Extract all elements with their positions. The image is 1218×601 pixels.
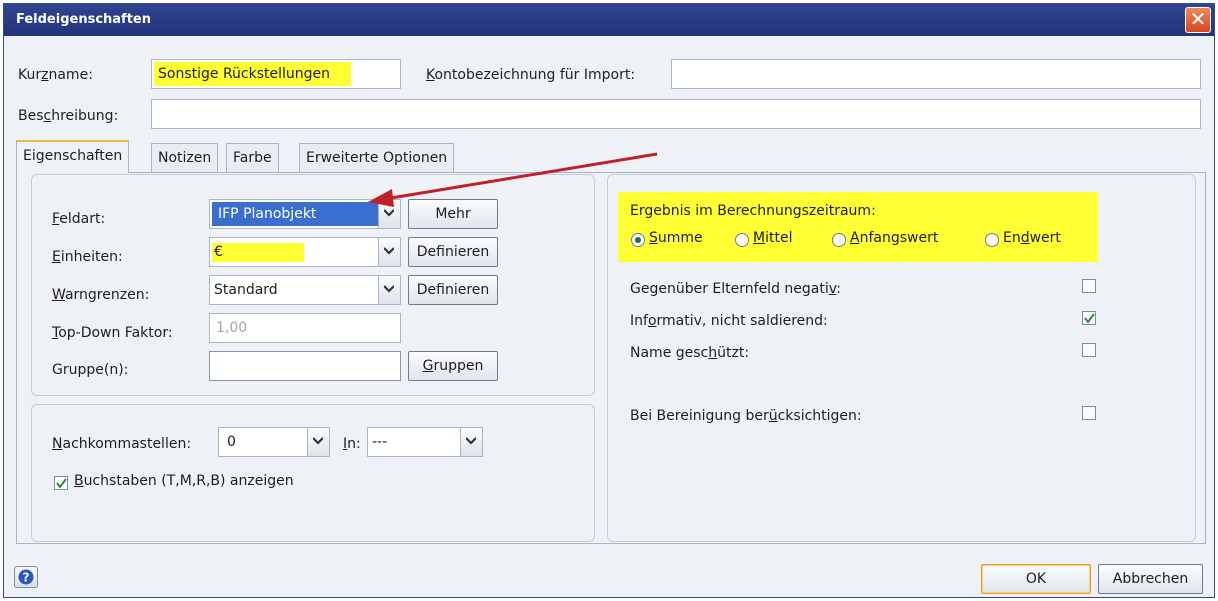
definieren-label: Definieren — [416, 244, 490, 260]
in-label: In: — [343, 436, 361, 452]
einheiten-select[interactable]: € — [209, 237, 401, 267]
radio-endwert[interactable] — [985, 233, 999, 247]
ok-label: OK — [1025, 571, 1047, 587]
radio-summe[interactable] — [631, 233, 645, 247]
beschreibung-input[interactable] — [151, 99, 1201, 129]
warngrenzen-dropdown[interactable] — [378, 276, 400, 304]
tab-label: Erweiterte Optionen — [306, 150, 448, 166]
radio-anfangswert[interactable] — [832, 233, 846, 247]
einheiten-highlight — [212, 243, 304, 262]
nachkomma-dropdown[interactable] — [307, 428, 329, 456]
nachkomma-label: Nachkommastellen: — [52, 436, 192, 452]
konto-input[interactable] — [671, 59, 1201, 89]
tab-label: Farbe — [233, 150, 272, 166]
cancel-label: Abbrechen — [1112, 571, 1189, 587]
negativ-checkbox[interactable] — [1082, 279, 1096, 293]
geschuetzt-checkbox[interactable] — [1082, 343, 1096, 357]
tab-farbe[interactable]: Farbe — [226, 143, 279, 173]
summe-label: Summe — [649, 230, 703, 246]
gruppe-label: Gruppe(n): — [52, 362, 129, 378]
warngrenzen-definieren-button[interactable]: Definieren — [408, 275, 498, 305]
chevron-down-icon — [384, 247, 394, 255]
kurzname-label: Kurzname: — [18, 67, 93, 83]
buchstaben-checkbox[interactable] — [54, 476, 68, 490]
tab-label: Eigenschaften — [23, 148, 123, 164]
tab-label: Notizen — [158, 150, 212, 166]
gruppen-label: Gruppen — [422, 358, 484, 374]
informativ-label: Informativ, nicht saldierend: — [630, 313, 828, 329]
feldart-select[interactable]: IFP Planobjekt — [209, 199, 401, 229]
radio-mittel[interactable] — [735, 233, 749, 247]
einheiten-value: € — [214, 244, 223, 260]
bereinigung-checkbox[interactable] — [1082, 406, 1096, 420]
mehr-button[interactable]: Mehr — [408, 199, 498, 229]
checkmark-icon — [56, 478, 67, 489]
definieren-label: Definieren — [416, 282, 490, 298]
tab-eigenschaften[interactable]: Eigenschaften — [16, 140, 130, 173]
gruppen-button[interactable]: Gruppen — [408, 351, 498, 381]
ok-button[interactable]: OK — [981, 564, 1091, 594]
in-dropdown[interactable] — [460, 428, 482, 456]
geschuetzt-label: Name geschützt: — [630, 345, 750, 361]
tab-erweiterte-optionen[interactable]: Erweiterte Optionen — [299, 143, 455, 173]
chevron-down-icon — [466, 437, 476, 445]
close-icon: ✕ — [1189, 7, 1207, 31]
window-title: Feldeigenschaften — [16, 12, 151, 27]
endwert-label: Endwert — [1003, 230, 1061, 246]
mittel-label: Mittel — [753, 230, 793, 246]
feldart-label: Feldart: — [52, 211, 106, 227]
in-select[interactable]: --- — [367, 427, 483, 457]
feldart-value: IFP Planobjekt — [218, 206, 317, 222]
beschreibung-label: Beschreibung: — [18, 108, 119, 124]
radio-selected-dot — [635, 237, 641, 243]
tab-notizen[interactable]: Notizen — [151, 143, 219, 173]
checkmark-icon — [1084, 313, 1095, 324]
question-icon: ? — [18, 569, 34, 585]
warngrenzen-select[interactable]: Standard — [209, 275, 401, 305]
gruppe-input[interactable] — [209, 351, 401, 381]
in-value: --- — [372, 434, 388, 450]
dialog-window: Feldeigenschaften ✕ Kurzname: Sonstige R… — [3, 3, 1215, 598]
close-button[interactable]: ✕ — [1185, 7, 1211, 33]
einheiten-dropdown[interactable] — [378, 238, 400, 266]
svg-text:?: ? — [23, 571, 30, 585]
cancel-button[interactable]: Abbrechen — [1098, 564, 1203, 594]
topdown-value: 1,00 — [216, 320, 248, 336]
warngrenzen-label: Warngrenzen: — [52, 287, 150, 303]
buchstaben-label: Buchstaben (T,M,R,B) anzeigen — [74, 473, 294, 489]
anfangswert-label: Anfangswert — [850, 230, 939, 246]
konto-label: Kontobezeichnung für Import: — [426, 67, 636, 83]
result-title: Ergebnis im Berechnungszeitraum: — [630, 203, 876, 219]
nachkomma-select[interactable]: 0 — [218, 427, 330, 457]
einheiten-label: Einheiten: — [52, 249, 123, 265]
warngrenzen-value: Standard — [214, 282, 278, 298]
topdown-label: Top-Down Faktor: — [52, 325, 173, 341]
einheiten-definieren-button[interactable]: Definieren — [408, 237, 498, 267]
bereinigung-label: Bei Bereinigung berücksichtigen: — [630, 408, 862, 424]
kurzname-input[interactable]: Sonstige Rückstellungen — [151, 59, 401, 89]
help-button[interactable]: ? — [14, 566, 38, 588]
chevron-down-icon — [384, 285, 394, 293]
chevron-down-icon — [384, 209, 394, 217]
kurzname-value: Sonstige Rückstellungen — [158, 66, 331, 82]
negativ-label: Gegenüber Elternfeld negativ: — [630, 281, 841, 297]
nachkomma-value: 0 — [227, 434, 236, 450]
topdown-input[interactable]: 1,00 — [209, 313, 401, 343]
feldart-dropdown[interactable] — [378, 200, 400, 228]
title-bar[interactable]: Feldeigenschaften ✕ — [4, 4, 1214, 36]
informativ-checkbox[interactable] — [1082, 311, 1096, 325]
chevron-down-icon — [313, 437, 323, 445]
mehr-button-label: Mehr — [435, 206, 471, 222]
